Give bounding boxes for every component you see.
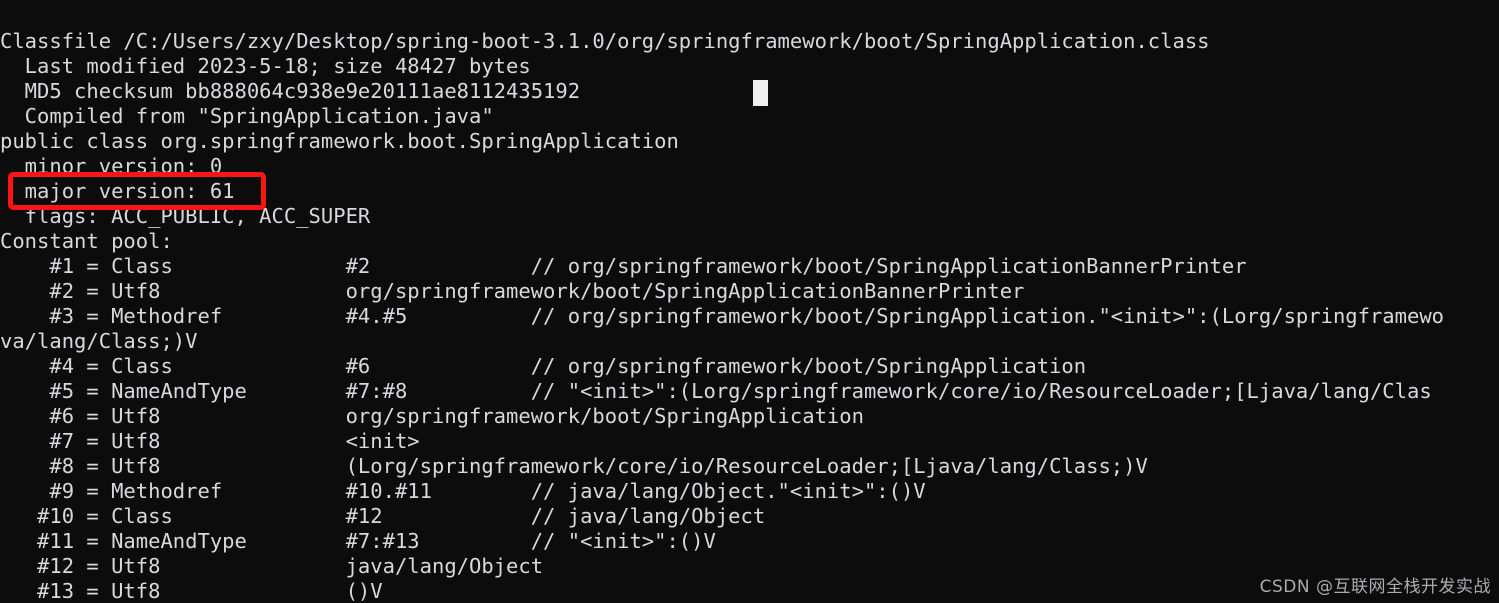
terminal-output-line-flags: flags: ACC_PUBLIC, ACC_SUPER xyxy=(0,204,371,228)
terminal-prompt-line: PS C:\Users\zxy\Desktop\spring-boot-3.1.… xyxy=(0,0,1499,25)
terminal-output-line: #2 = Utf8 org/springframework/boot/Sprin… xyxy=(0,279,1025,303)
terminal-output-line: #6 = Utf8 org/springframework/boot/Sprin… xyxy=(0,404,864,428)
terminal-output-line: #5 = NameAndType #7:#8 // "<init>":(Lorg… xyxy=(0,379,1432,403)
terminal-output-line: #1 = Class #2 // org/springframework/boo… xyxy=(0,254,1247,278)
terminal-output-line: Classfile /C:/Users/zxy/Desktop/spring-b… xyxy=(0,29,1210,53)
terminal-output-line: public class org.springframework.boot.Sp… xyxy=(0,129,679,153)
terminal-output-line: va/lang/Class;)V xyxy=(0,329,198,353)
terminal-output-line-minor-version: minor version: 0 xyxy=(0,154,223,178)
terminal-output-line-constant-pool-header: Constant pool: xyxy=(0,229,173,253)
terminal-output-line: #3 = Methodref #4.#5 // org/springframew… xyxy=(0,304,1445,328)
terminal-window[interactable]: PS C:\Users\zxy\Desktop\spring-boot-3.1.… xyxy=(0,0,1499,603)
terminal-output-line: Compiled from "SpringApplication.java" xyxy=(0,104,494,128)
terminal-output-line: #7 = Utf8 <init> xyxy=(0,429,420,453)
text-cursor xyxy=(753,80,768,106)
terminal-output-line: #10 = Class #12 // java/lang/Object xyxy=(0,504,766,528)
watermark-label: CSDN @互联网全栈开发实战 xyxy=(1259,577,1491,597)
terminal-output-line-major-version: major version: 61 xyxy=(0,179,235,203)
terminal-output-line: MD5 checksum bb888064c938e9e20111ae81124… xyxy=(0,79,581,103)
terminal-output-line: #4 = Class #6 // org/springframework/boo… xyxy=(0,354,1087,378)
terminal-output-line: #9 = Methodref #10.#11 // java/lang/Obje… xyxy=(0,479,926,503)
terminal-output-line: #11 = NameAndType #7:#13 // "<init>":()V xyxy=(0,529,716,553)
terminal-output-line: Last modified 2023-5-18; size 48427 byte… xyxy=(0,54,531,78)
terminal-output-line: #8 = Utf8 (Lorg/springframework/core/io/… xyxy=(0,454,1148,478)
